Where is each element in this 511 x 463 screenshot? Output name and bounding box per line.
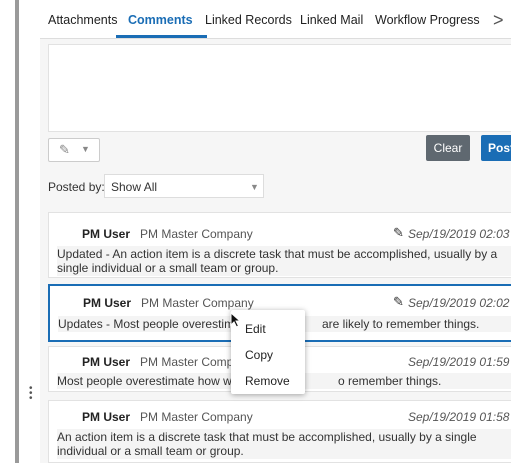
- tab-attachments[interactable]: Attachments: [48, 13, 117, 27]
- comment-text: Updated - An action item is a discrete t…: [57, 246, 511, 276]
- comment-text-part: o remember things.: [338, 374, 442, 388]
- tab-workflow-progress[interactable]: Workflow Progress: [375, 13, 480, 27]
- comment-date: Sep/19/2019 02:02 AM: [408, 296, 511, 310]
- chevron-down-icon: ▼: [250, 182, 259, 192]
- context-menu: Edit Copy Remove: [231, 310, 305, 394]
- post-button[interactable]: Post: [481, 135, 511, 161]
- drag-handle-icon[interactable]: • • •: [29, 384, 33, 404]
- chevron-down-icon: ▼: [81, 144, 90, 154]
- paperclip-icon: ✎: [59, 142, 70, 157]
- clear-button[interactable]: Clear: [426, 135, 470, 161]
- comment-text: An action item is a discrete task that m…: [57, 429, 511, 459]
- tab-linked-records[interactable]: Linked Records: [205, 13, 292, 27]
- comment-user: PM User: [82, 227, 131, 241]
- comment-date: Sep/19/2019 01:58 AM: [408, 410, 511, 424]
- comment-user: PM User: [83, 296, 132, 310]
- posted-by-select[interactable]: Show All ▼: [104, 174, 264, 198]
- comment-card[interactable]: PM User PM Master Company Sep/19/2019 01…: [48, 400, 511, 463]
- pencil-icon[interactable]: ✎: [393, 294, 404, 310]
- comment-text-part: are likely to remember things.: [322, 317, 480, 331]
- comment-text-part: Updates - Most people overestimate: [58, 317, 251, 331]
- tab-linked-mail[interactable]: Linked Mail: [300, 13, 363, 27]
- mouse-cursor-icon: [230, 312, 242, 328]
- details-panel: Attachments Comments Linked Records Link…: [40, 0, 511, 463]
- active-tab-indicator: [116, 35, 207, 38]
- comment-text-part: Most people overestimate how well: [57, 374, 244, 388]
- attach-button[interactable]: ✎ ▼: [48, 138, 100, 162]
- chevron-right-icon[interactable]: >: [493, 10, 504, 31]
- comment-user: PM User: [82, 355, 131, 369]
- left-rail: [15, 0, 19, 463]
- comment-date: Sep/19/2019 01:59 AM: [408, 355, 511, 369]
- comment-company: PM Master Company: [141, 296, 254, 310]
- comment-card[interactable]: PM User PM Master Company ✎ Sep/19/2019 …: [48, 212, 511, 278]
- comment-user: PM User: [82, 410, 131, 424]
- posted-by-value: Show All: [111, 180, 158, 194]
- context-menu-copy[interactable]: Copy: [245, 348, 273, 362]
- context-menu-remove[interactable]: Remove: [245, 374, 290, 388]
- tab-bar: Attachments Comments Linked Records Link…: [40, 0, 511, 39]
- comment-company: PM Master Company: [140, 410, 253, 424]
- comment-company: PM Master Company: [140, 227, 253, 241]
- comment-input[interactable]: [48, 44, 511, 132]
- posted-by-label: Posted by:: [48, 180, 105, 194]
- pencil-icon[interactable]: ✎: [393, 225, 404, 241]
- tab-comments[interactable]: Comments: [128, 13, 193, 27]
- comment-date: Sep/19/2019 02:03 AM: [408, 227, 511, 241]
- left-resize-bar: • • •: [0, 0, 33, 463]
- context-menu-edit[interactable]: Edit: [245, 322, 266, 336]
